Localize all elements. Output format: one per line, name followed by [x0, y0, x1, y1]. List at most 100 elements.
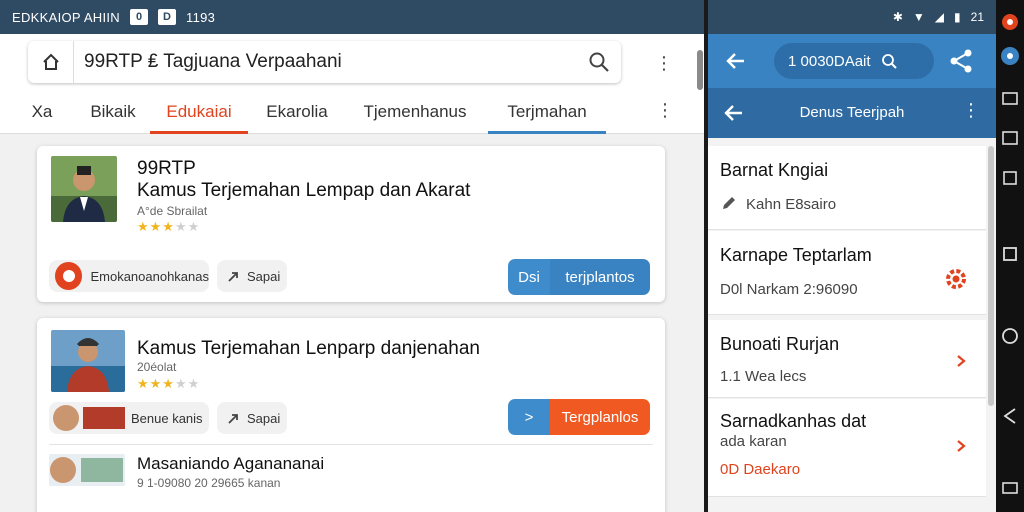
app-bar-right: 1 0030DAait — [708, 34, 996, 88]
sub-header-title: Denus Teerjpah — [799, 104, 905, 121]
home-button[interactable] — [28, 41, 74, 83]
status-box-2: D — [158, 9, 176, 25]
card-1-subtitle: Kamus Terjemahan Lempap dan Akarat — [137, 180, 471, 201]
app-card-1[interactable]: 99RTP Kamus Terjemahan Lempap dan Akarat… — [37, 146, 665, 302]
sub-header-right: Denus Teerjpah ⋮ — [708, 88, 996, 138]
list-item-4-title: Sarnadkanhas dat — [720, 411, 867, 431]
chevron-right-icon[interactable] — [954, 439, 968, 453]
sub-item-thumbnail — [49, 454, 125, 486]
app-logo-icon[interactable] — [1000, 12, 1020, 32]
card-2-btn-seg-a[interactable]: > — [508, 399, 550, 435]
chevron-right-icon[interactable] — [954, 354, 968, 368]
card-1-btn-seg-a[interactable]: Dsi — [508, 259, 550, 295]
home-nav-icon[interactable] — [1000, 326, 1020, 346]
search-box[interactable]: 99RTP ₤ Tagjuana Verpaahani — [28, 41, 621, 83]
app-card-2[interactable]: Kamus Terjemahan Lenparp danjenahan 20éo… — [37, 318, 665, 512]
list-item-3[interactable]: Bunoati Rurjan 1.1 Wea lecs — [708, 320, 986, 398]
card-2-share-label: Sapai — [247, 410, 281, 426]
list-item-1-sub: Kahn E8sairo — [746, 196, 837, 213]
gear-icon[interactable] — [944, 267, 968, 291]
back-nav-icon[interactable] — [1000, 406, 1020, 426]
tabs-more-icon[interactable]: ⋮ — [656, 100, 674, 121]
keyboard-icon[interactable] — [1000, 478, 1020, 498]
tab-bar: Xa Bikaik Edukaiai Ekarolia Tjemenhanus … — [0, 90, 704, 134]
folder-icon[interactable] — [1000, 88, 1020, 108]
card-2-rating: ★★★★★ — [137, 376, 201, 391]
status-time: 1193 — [186, 9, 216, 25]
list-item-4-sub: ada karan — [720, 433, 787, 450]
list-item-4-sub2: 0D Daekaro — [720, 461, 801, 478]
publisher-logo-icon — [55, 262, 83, 290]
bluetooth-icon: ✱ — [892, 10, 903, 24]
pencil-icon — [723, 197, 735, 209]
search-icon — [881, 54, 897, 69]
home-icon — [42, 53, 59, 70]
card-2-title: Kamus Terjemahan Lenparp danjenahan — [137, 338, 480, 359]
publisher-avatar-icon — [53, 405, 79, 431]
publisher-banner-icon — [83, 407, 125, 429]
right-search-text: 1 0030DAait — [788, 52, 871, 70]
card-2-btn-seg-b[interactable]: Tergplanlos — [550, 399, 650, 435]
scrollbar-right[interactable] — [988, 146, 994, 406]
card-2-divider — [49, 444, 653, 445]
app-thumbnail-1 — [51, 156, 117, 222]
card-1-share-label: Sapai — [247, 268, 281, 284]
card-2-install-button[interactable]: > Tergplanlos — [508, 399, 650, 435]
list-item-4[interactable]: Sarnadkanhas dat ada karan 0D Daekaro — [708, 399, 986, 497]
tab-tjemenhanus[interactable]: Tjemenhanus — [350, 90, 480, 134]
card-1-publisher-chip[interactable]: Emokanoanohkanas — [49, 260, 209, 292]
card-1-share-chip[interactable]: Sapai — [217, 260, 287, 292]
recents-icon[interactable] — [1000, 244, 1020, 264]
battery-text: 21 — [970, 10, 984, 24]
more-options-icon[interactable]: ⋮ — [962, 100, 980, 121]
card-1-btn-seg-b[interactable]: terjplantos — [550, 259, 650, 295]
card-1-meta: A°de Sbrailat — [137, 204, 208, 218]
more-options-icon[interactable]: ⋮ — [652, 51, 676, 75]
search-input[interactable]: 99RTP ₤ Tagjuana Verpaahani — [74, 51, 577, 73]
list-item-2-sub: D0l Narkam 2:96090 — [720, 281, 858, 298]
list-item-1-title: Barnat Kngiai — [720, 160, 829, 180]
sub-item-title: Masaniando Aganananai — [137, 454, 325, 473]
screen: EDKKAIOP AHIIN 0 D 1193 99RTP ₤ Tagjuana… — [0, 0, 1024, 512]
list-item-2[interactable]: Karnape Teptarlam D0l Narkam 2:96090 — [708, 231, 986, 315]
right-search-pill[interactable]: 1 0030DAait — [774, 43, 934, 79]
tab-ekarolia[interactable]: Ekarolia — [252, 90, 342, 134]
square-icon[interactable] — [1000, 168, 1020, 188]
tab-edukaiai[interactable]: Edukaiai — [150, 90, 248, 134]
assistant-icon[interactable] — [1000, 46, 1020, 66]
card-1-install-button[interactable]: Dsi terjplantos — [508, 259, 650, 295]
wifi-icon: ▼ — [912, 10, 925, 24]
list-item-1[interactable]: Barnat Kngiai Kahn E8sairo — [708, 146, 986, 230]
card-2-share-chip[interactable]: Sapai — [217, 402, 287, 434]
search-button[interactable] — [577, 41, 621, 83]
card-2-publisher-label: Benue kanis — [131, 410, 203, 426]
status-bar-right: ✱ ▼ ◢ ▮ 21 — [708, 0, 996, 34]
share-arrow-icon — [228, 414, 238, 424]
share-arrow-icon — [228, 272, 238, 282]
status-app-name: EDKKAIOP AHIIN — [12, 9, 120, 25]
right-pane: ✱ ▼ ◢ ▮ 21 1 0030DAait Denus Teerjpah ⋮ … — [708, 0, 996, 512]
tab-bikaik[interactable]: Bikaik — [78, 90, 148, 134]
list-item-3-title: Bunoati Rurjan — [720, 334, 840, 354]
signal-icon: ◢ — [934, 10, 945, 24]
status-bar: EDKKAIOP AHIIN 0 D 1193 — [0, 0, 704, 34]
back-arrow-icon[interactable] — [724, 49, 748, 73]
system-nav-bar — [996, 0, 1024, 512]
tab-terjmahan[interactable]: Terjmahan — [488, 90, 606, 134]
left-pane: EDKKAIOP AHIIN 0 D 1193 99RTP ₤ Tagjuana… — [0, 0, 704, 512]
app-thumbnail-2 — [51, 330, 125, 392]
card-1-publisher-label: Emokanoanohkanas — [90, 268, 209, 284]
search-icon — [589, 52, 609, 72]
list-item-3-sub: 1.1 Wea lecs — [720, 368, 807, 385]
scrollbar-top[interactable] — [697, 50, 703, 90]
card-2-publisher-chip[interactable]: Benue kanis — [49, 402, 209, 434]
card-2-meta: 20éolat — [137, 360, 177, 374]
sub-item-meta: 9 1-09080 20 29665 kanan — [137, 476, 281, 490]
tab-xa[interactable]: Xa — [20, 90, 64, 134]
share-icon[interactable] — [948, 48, 974, 74]
list-item-2-title: Karnape Teptarlam — [720, 245, 872, 265]
battery-icon: ▮ — [954, 10, 961, 24]
search-row: 99RTP ₤ Tagjuana Verpaahani ⋮ — [0, 34, 704, 90]
card-1-rating: ★★★★★ — [137, 219, 201, 234]
window-icon[interactable] — [1000, 128, 1020, 148]
